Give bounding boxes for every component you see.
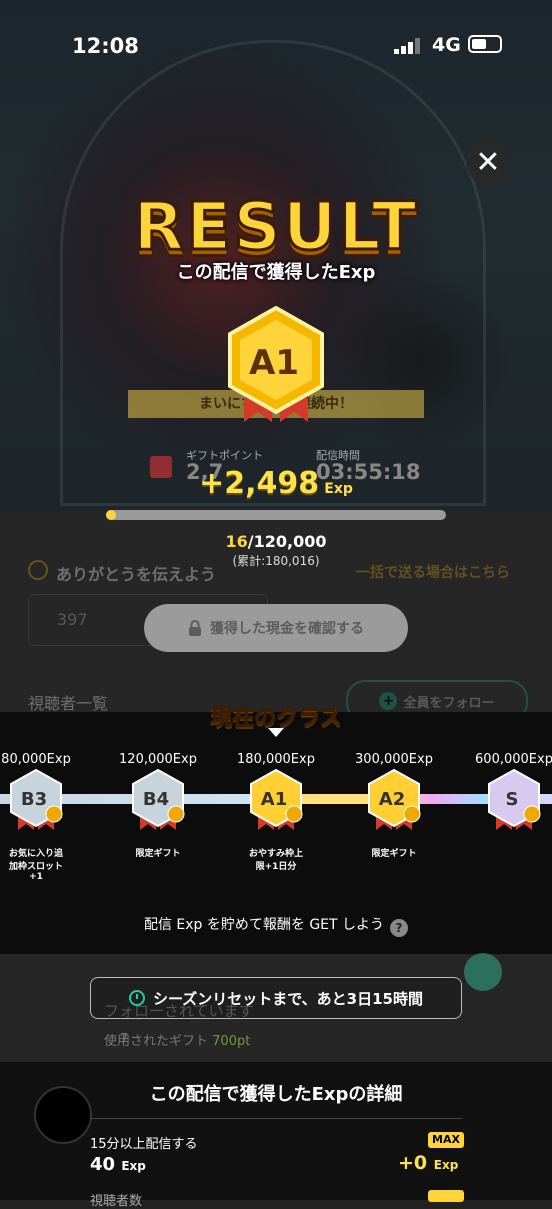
class-hint-text: 配信 Exp を貯めて報酬を GET しよう [143, 917, 385, 933]
svg-text:S: S [506, 789, 519, 810]
tier-badge-b4-icon: B4 [132, 768, 185, 830]
tier-exp-label: 600,000Exp [475, 752, 552, 767]
battery-icon [468, 35, 502, 53]
class-hint: 配信 Exp を貯めて報酬を GET しよう? [0, 914, 552, 937]
svg-text:A1: A1 [261, 789, 287, 810]
exp-detail-title: この配信で獲得したExpの詳細 [149, 1084, 403, 1105]
detail-row-gain-unit: Exp [433, 1158, 459, 1172]
exp-current: 16 [225, 532, 248, 551]
tier-badge-a2-icon: A2 [368, 768, 421, 830]
detail-row-gain-value: +0 [398, 1152, 428, 1174]
status-time: 12:08 [72, 34, 139, 58]
season-reset-text: シーズンリセットまで、あと3日15時間 [153, 989, 423, 1008]
tier-badge-s-icon: S [488, 768, 541, 830]
detail-row-gain: +0 Exp [398, 1152, 458, 1174]
exp-progress-fill [106, 510, 116, 520]
tier-exp-label: 300,000Exp [355, 752, 433, 767]
small-count: 7 [120, 1032, 129, 1047]
network-label: 4G [432, 34, 461, 56]
detail-row-unit: Exp [121, 1159, 146, 1173]
rank-a1-badge-icon: A1 [228, 306, 324, 422]
tier-badge-b3-icon: B3 [10, 768, 63, 830]
used-gifts-value: 700pt [212, 1034, 251, 1049]
tier-badge-a1-icon: A1 [250, 768, 303, 830]
tier-exp-label: 120,000Exp [119, 752, 197, 767]
tier-reward: 限定ギフト [371, 849, 417, 859]
max-badge-2 [428, 1190, 464, 1202]
exp-gain: +2,498 Exp [0, 466, 552, 501]
help-icon[interactable]: ? [390, 919, 409, 937]
exp-progress-track [106, 510, 446, 520]
exp-gain-unit: Exp [324, 481, 353, 497]
close-icon: ✕ [475, 144, 501, 180]
signal-icon [394, 38, 424, 58]
check-cash-label: 獲得した現金を確認する [210, 621, 364, 637]
exp-gain-value: +2,498 [199, 466, 320, 501]
check-cash-button[interactable]: 獲得した現金を確認する [144, 604, 408, 652]
detail-row-label: 15分以上配信する [90, 1137, 198, 1152]
detail-row-number: 40 [90, 1154, 116, 1175]
tier-reward: 限定ギフト [135, 849, 181, 859]
svg-text:A2: A2 [379, 789, 405, 810]
exp-total: (累計:180,016) [232, 554, 320, 568]
result-title: RESULT [132, 187, 419, 267]
svg-text:B3: B3 [21, 789, 47, 810]
tier-reward: おやすみ枠上限+1日分 [248, 849, 303, 872]
follow-check-button[interactable] [464, 953, 502, 991]
season-reset-pill: シーズンリセットまで、あと3日15時間 [90, 977, 462, 1019]
max-badge: MAX [428, 1132, 464, 1148]
tier-exp-label: 80,000Exp [1, 752, 71, 767]
exp-progress-text: 16/120,000 [0, 532, 552, 551]
clock-icon [129, 990, 146, 1006]
current-class-arrow-icon [268, 728, 284, 737]
close-button[interactable]: ✕ [466, 140, 510, 184]
tier-reward: お気に入り追加枠スロット+1 [8, 849, 63, 882]
result-subtitle: この配信で獲得したExp [176, 262, 376, 283]
exp-max: /120,000 [247, 532, 327, 551]
detail-row-value: 40 Exp [90, 1154, 146, 1175]
lock-icon [189, 620, 201, 636]
detail-divider [90, 1118, 462, 1119]
svg-text:B4: B4 [143, 789, 169, 810]
tier-exp-label: 180,000Exp [237, 752, 315, 767]
rank-badge-text: A1 [249, 343, 299, 383]
modal-overlay [0, 0, 552, 1200]
